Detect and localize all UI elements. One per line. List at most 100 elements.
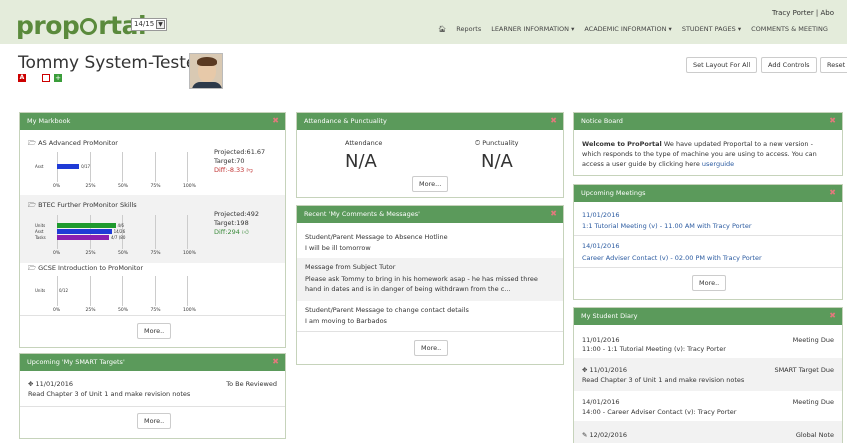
- userguide-link[interactable]: userguide: [702, 160, 734, 168]
- meeting-date: 11/01/2016: [582, 211, 620, 219]
- nav-reports[interactable]: Reports: [456, 25, 481, 33]
- smart-more-button[interactable]: More..: [137, 413, 172, 429]
- comments-panel: Recent 'My Comments & Messages' ✖ Studen…: [296, 205, 564, 365]
- nav-student-pages[interactable]: STUDENT PAGES ▾: [682, 25, 741, 33]
- diary-text[interactable]: 14:00 - Career Adviser Contact (v): Trac…: [582, 408, 736, 416]
- progress-chart: 0% 25% 50% 75% 100% Units 0/12: [35, 276, 196, 316]
- target-value: Target:70: [214, 157, 245, 165]
- message-head[interactable]: Student/Parent Message to Absence Hotlin…: [305, 233, 448, 241]
- axis-tick-label: 75%: [150, 308, 161, 313]
- punctuality-label: 🕓︎ Punctuality: [475, 139, 519, 148]
- meeting-link[interactable]: Career Adviser Contact (v) - 02.00 PM wi…: [582, 254, 762, 262]
- pencil-icon: ✎: [582, 431, 588, 439]
- document-flag-icon[interactable]: [42, 74, 50, 82]
- student-diary-title: My Student Diary: [581, 312, 638, 320]
- smart-targets-panel: Upcoming 'My SMART Targets' ✖ ✥ 11/01/20…: [19, 353, 286, 439]
- user-menu[interactable]: Tracy Porter | Abo: [772, 9, 834, 17]
- category-label: Tasks: [35, 235, 46, 240]
- diary-date-text: 11/01/2016: [589, 366, 627, 374]
- bar-data-label: 4/7 (80: [111, 235, 126, 240]
- attendance-value: N/A: [345, 151, 377, 172]
- diary-date: ✥ 11/01/2016: [582, 366, 627, 374]
- attendance-header: Attendance & Punctuality ✖: [297, 113, 563, 130]
- markbook-panel: My Markbook ✖ 🗁 AS Advanced ProMonitor P…: [19, 112, 286, 348]
- diary-text[interactable]: Read Chapter 3 of Unit 1 and make revisi…: [582, 376, 744, 384]
- bar-data-label: 0/17: [81, 164, 91, 169]
- course-stats: Projected:61.67 Target:70 Diff:-8.33 👎︎: [214, 148, 265, 175]
- axis-tick-label: 25%: [85, 184, 96, 189]
- comments-title: Recent 'My Comments & Messages': [304, 210, 420, 218]
- target-date: ✥ 11/01/2016: [28, 380, 73, 388]
- axis-tick-label: 0%: [53, 308, 61, 313]
- markbook-more-button[interactable]: More..: [137, 323, 172, 339]
- message-body: I will be ill tomorrow: [305, 244, 371, 252]
- attendance-more-button[interactable]: More...: [412, 176, 449, 192]
- gridline: [187, 215, 188, 249]
- gridline: [154, 152, 156, 182]
- axis-tick-label: 100%: [183, 251, 196, 256]
- course-title[interactable]: 🗁 GCSE Introduction to ProMonitor: [28, 264, 143, 275]
- notice-board-title: Notice Board: [581, 117, 623, 125]
- close-icon[interactable]: ✖: [829, 311, 836, 320]
- folder-icon: 🗁: [28, 201, 37, 209]
- message-head[interactable]: Student/Parent Message to change contact…: [305, 306, 469, 314]
- student-name: Tommy System-Tester: [18, 53, 204, 73]
- comments-header: Recent 'My Comments & Messages' ✖: [297, 206, 563, 223]
- medical-cross-icon[interactable]: +: [54, 74, 62, 82]
- clock-icon: 🕓︎: [475, 139, 481, 147]
- category-label: Asst: [35, 229, 44, 234]
- notice-line: Welcome to ProPortal We have updated Pro…: [582, 140, 813, 148]
- set-layout-button[interactable]: Set Layout For All: [686, 57, 758, 73]
- axis-tick-label: 50%: [118, 251, 129, 256]
- course-title-text: AS Advanced ProMonitor: [38, 139, 118, 147]
- progress-bar: [57, 235, 109, 240]
- year-select[interactable]: 14/15 ▼: [131, 18, 167, 31]
- top-bar: prop rtal 14/15 ▼ Tracy Porter | Abo 🏠︎ R…: [0, 0, 847, 44]
- close-icon[interactable]: ✖: [272, 357, 279, 366]
- diary-date: 14/01/2016: [582, 398, 620, 406]
- nav-comments-meetings[interactable]: COMMENTS & MEETING: [751, 25, 828, 33]
- close-icon[interactable]: ✖: [829, 188, 836, 197]
- target-icon: ✥: [28, 380, 34, 388]
- target-text: Read Chapter 3 of Unit 1 and make revisi…: [28, 390, 191, 398]
- close-icon[interactable]: ✖: [550, 209, 557, 218]
- nav-academic-information[interactable]: ACADEMIC INFORMATION ▾: [584, 25, 671, 33]
- progress-bar: [57, 164, 80, 169]
- course-title[interactable]: 🗁 AS Advanced ProMonitor: [28, 139, 118, 150]
- attendance-panel: Attendance & Punctuality ✖ Attendance 🕓︎…: [296, 112, 564, 198]
- proportal-logo[interactable]: prop rtal: [16, 11, 147, 40]
- alert-flag-icon[interactable]: A: [18, 74, 26, 82]
- comments-more-button[interactable]: More..: [414, 340, 449, 356]
- diff-text: Diff:-8.33: [214, 166, 245, 174]
- close-icon[interactable]: ✖: [550, 116, 557, 125]
- course-title[interactable]: 🗁 BTEC Further ProMonitor Skills: [28, 201, 137, 212]
- target-icon: ✥: [582, 366, 588, 374]
- home-icon[interactable]: 🏠︎: [438, 25, 446, 33]
- category-label: Asst: [35, 164, 44, 169]
- nav-learner-information[interactable]: LEARNER INFORMATION ▾: [491, 25, 574, 33]
- add-controls-button[interactable]: Add Controls: [761, 57, 817, 73]
- meeting-link[interactable]: 1:1 Tutorial Meeting (v) - 11.00 AM with…: [582, 222, 752, 230]
- meetings-more-button[interactable]: More..: [692, 275, 727, 291]
- diary-text[interactable]: 11:00 - 1:1 Tutorial Meeting (v): Tracy …: [582, 345, 726, 353]
- bar-data-label: 0/12: [59, 288, 68, 293]
- diary-type: Global Note: [795, 431, 834, 439]
- message-head[interactable]: Message from Subject Tutor: [305, 263, 395, 271]
- close-icon[interactable]: ✖: [272, 116, 279, 125]
- chevron-down-icon: ▼: [156, 20, 165, 29]
- diary-date: ✎ 12/02/2016: [582, 431, 627, 439]
- notice-line: which responds to the type of machine yo…: [582, 150, 817, 158]
- close-icon[interactable]: ✖: [829, 116, 836, 125]
- gridline: [57, 276, 58, 306]
- notice-text: We have updated Proportal to a new versi…: [663, 140, 813, 148]
- notice-line: access a user guide by clicking here use…: [582, 160, 734, 168]
- axis-tick-label: 0%: [53, 251, 61, 256]
- target-status: To Be Reviewed: [226, 380, 277, 388]
- axis-tick-label: 50%: [118, 184, 129, 189]
- reset-button[interactable]: Reset: [820, 57, 847, 73]
- attendance-title: Attendance & Punctuality: [304, 117, 387, 125]
- diary-type: Meeting Due: [792, 336, 834, 344]
- gridline: [187, 276, 188, 306]
- progress-chart: 0% 25% 50% 75% 100% Units 4/6 Asst 14/26 Tasks 4/7…: [35, 215, 196, 259]
- diary-type: Meeting Due: [792, 398, 834, 406]
